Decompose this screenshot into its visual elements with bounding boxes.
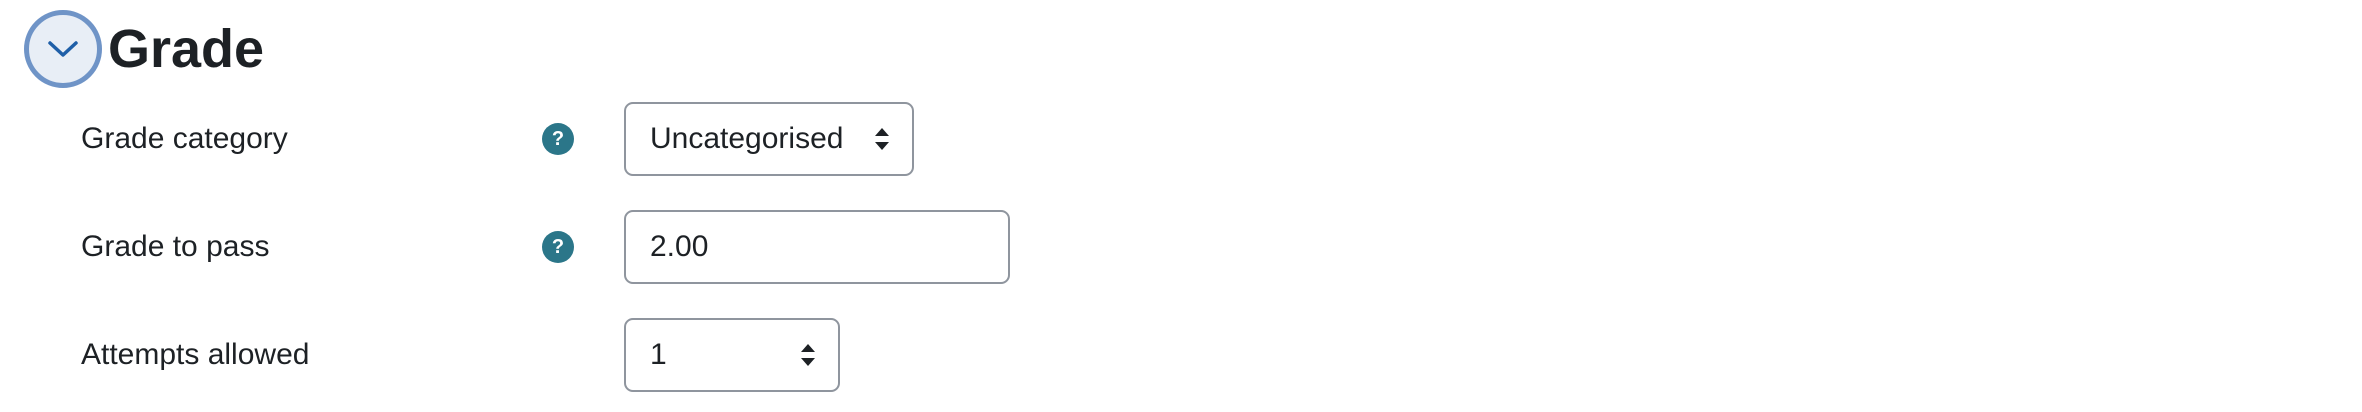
attempts-allowed-value: 1 [650,338,667,371]
help-icon[interactable]: ? [542,123,574,155]
grade-to-pass-value: 2.00 [650,230,709,263]
attempts-allowed-select[interactable]: 1 [624,318,840,392]
grade-to-pass-row: Grade to pass ? 2.00 [0,210,1200,284]
grade-category-value: Uncategorised [650,122,844,155]
grade-to-pass-label: Grade to pass [81,230,270,263]
chevron-down-icon [48,41,78,57]
grade-category-label: Grade category [81,122,288,155]
attempts-allowed-row: Attempts allowed 1 [0,318,1200,392]
grade-section-header: Grade [24,6,264,92]
help-icon[interactable]: ? [542,231,574,263]
attempts-allowed-label: Attempts allowed [81,338,310,371]
grade-category-row: Grade category ? Uncategorised [0,102,1200,176]
select-arrows-icon [875,128,889,150]
grade-category-select[interactable]: Uncategorised [624,102,914,176]
collapse-toggle-button[interactable] [24,10,102,88]
grade-to-pass-input[interactable]: 2.00 [624,210,1010,284]
section-title: Grade [108,19,265,79]
select-arrows-icon [801,344,815,366]
